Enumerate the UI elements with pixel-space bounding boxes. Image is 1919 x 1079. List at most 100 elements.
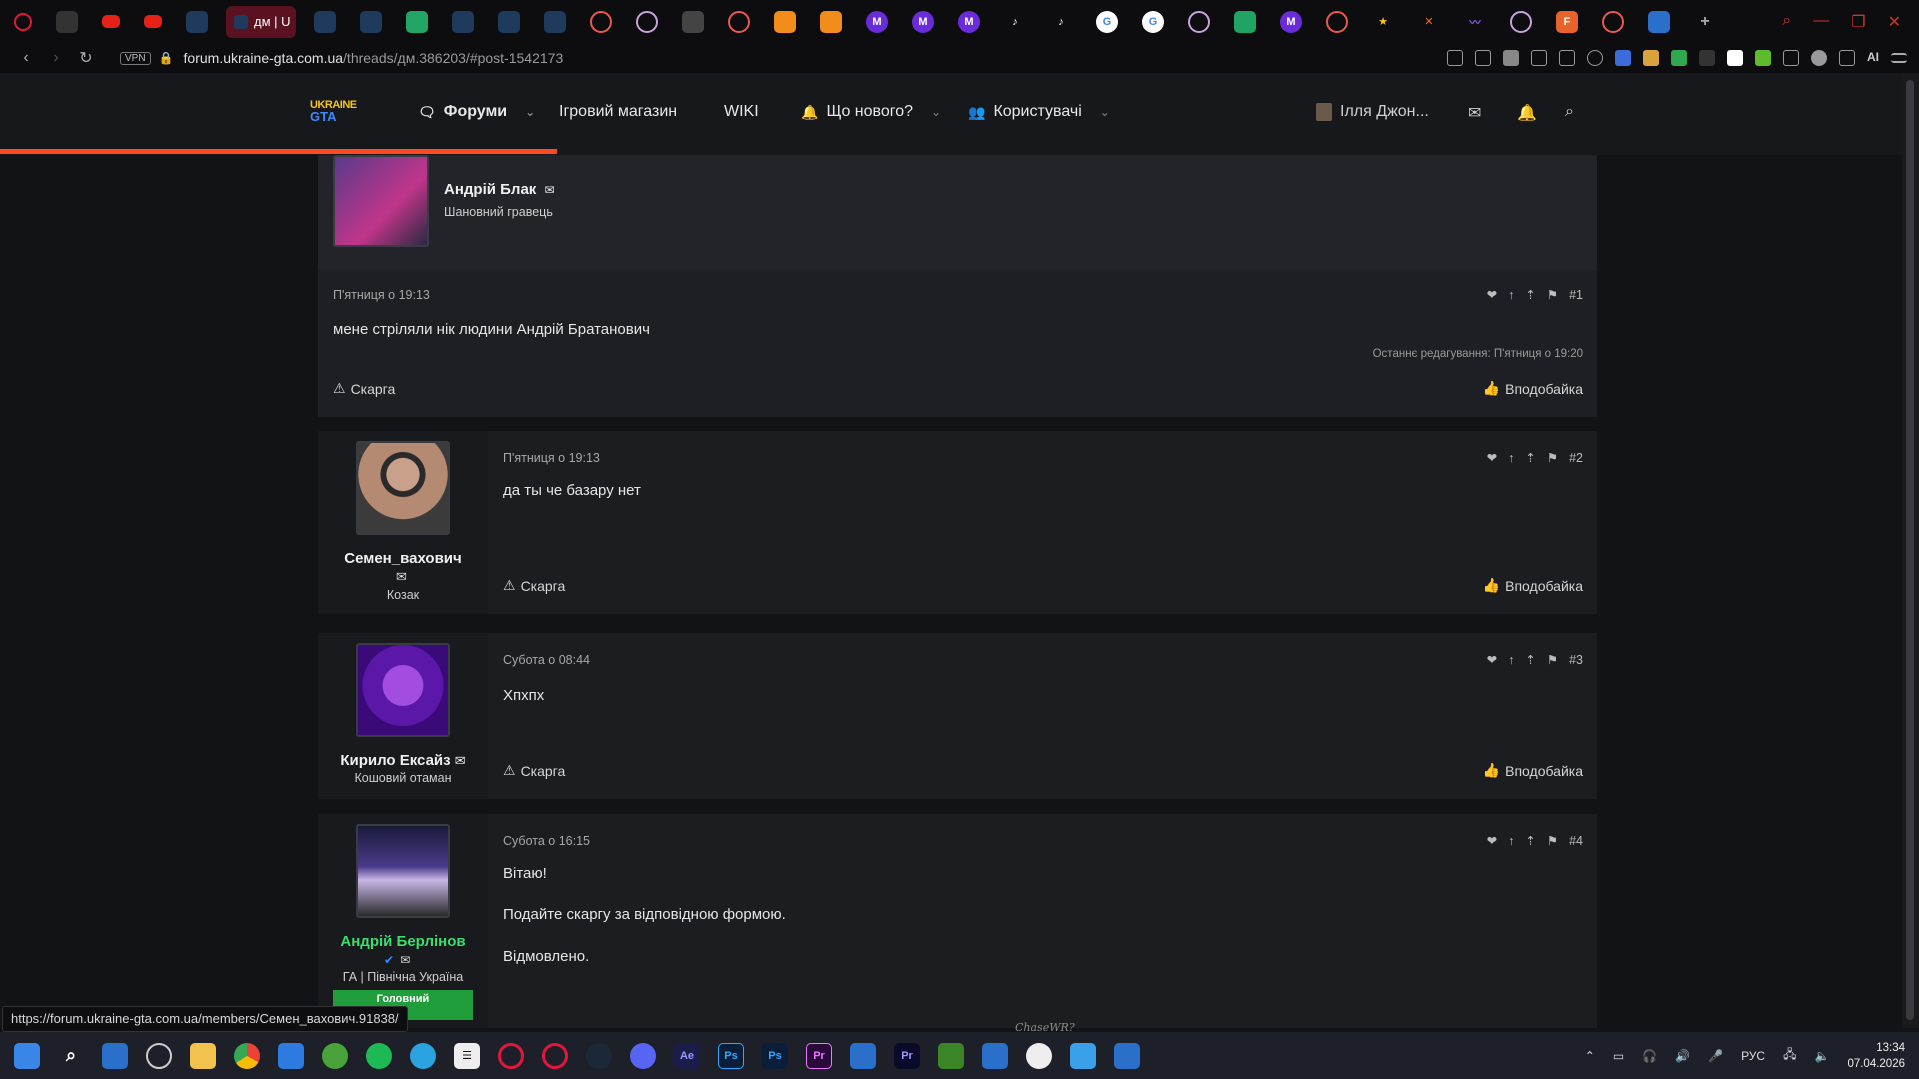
tablet-icon[interactable]: ▭ [1613, 1049, 1624, 1063]
post-number[interactable]: #2 [1569, 451, 1583, 465]
orange-tab-icon[interactable] [820, 10, 842, 33]
m-tab-icon[interactable]: M [1280, 10, 1302, 33]
utorrent-icon[interactable] [322, 1042, 348, 1069]
shield-icon[interactable] [1503, 50, 1519, 66]
post-number[interactable]: #4 [1569, 834, 1583, 848]
menu-icon[interactable] [1891, 53, 1907, 63]
reaction-icon[interactable]: ❤ [1487, 450, 1497, 465]
scrollbar-thumb[interactable] [1906, 80, 1914, 1020]
arrow-up-icon[interactable]: ↑ [1508, 834, 1514, 848]
arrow-up-icon[interactable]: ↑ [1508, 288, 1514, 302]
pentagram-tab-icon[interactable] [728, 10, 750, 33]
vpn-badge[interactable]: VPN [120, 51, 151, 65]
post-author[interactable]: Семен_вахович [318, 550, 488, 567]
ukraine-gta-tab-icon[interactable] [498, 10, 520, 33]
volume-icon[interactable]: 🔊 [1675, 1049, 1690, 1063]
ukraine-gta-tab-icon[interactable] [1648, 10, 1670, 33]
speaker-icon[interactable]: 🔈 [1814, 1049, 1829, 1063]
search-icon[interactable]: ⌕ [1565, 103, 1574, 121]
bookmark-icon[interactable]: ⚑ [1547, 287, 1558, 302]
ukraine-gta-launcher-icon[interactable] [850, 1042, 876, 1069]
chevron-down-icon[interactable]: ⌄ [931, 105, 941, 119]
microphone-icon[interactable]: 🎤 [1708, 1049, 1723, 1063]
pentagram-tab-icon[interactable] [1188, 10, 1210, 33]
snapshot-icon[interactable] [1475, 50, 1491, 66]
extension-icon[interactable] [1643, 50, 1659, 66]
chat-ext-icon[interactable] [1671, 50, 1687, 66]
post-author-row[interactable]: Кирило Ексайз ✉ [318, 752, 488, 769]
ukraine-gta-launcher-icon[interactable] [982, 1042, 1008, 1069]
reaction-icon[interactable]: ❤ [1487, 652, 1497, 667]
premiere-icon[interactable]: Pr [894, 1042, 920, 1069]
download-ext-icon[interactable] [1755, 50, 1771, 66]
opera-menu-icon[interactable] [14, 12, 32, 31]
envelope-icon[interactable]: ✉ [544, 183, 554, 197]
close-icon[interactable]: ✕ [1888, 12, 1901, 32]
search-icon[interactable]: ⌕ [58, 1043, 84, 1069]
m-tab-icon[interactable]: M [958, 10, 980, 33]
report-button[interactable]: ⚠ Скарга [503, 577, 565, 594]
reload-icon[interactable]: ↻ [74, 48, 98, 68]
nav-whats-new[interactable]: 🔔 Що нового? ⌄ [801, 103, 941, 121]
network-icon[interactable]: 🖧 [1783, 1045, 1796, 1066]
photoshop-icon[interactable]: Ps [762, 1042, 788, 1069]
avatar[interactable] [356, 824, 450, 918]
reaction-icon[interactable]: ❤ [1487, 287, 1497, 302]
headphones-icon[interactable]: 🎧 [1642, 1049, 1657, 1063]
alerts-bell-icon[interactable]: 🔔 [1517, 103, 1537, 123]
ai-label[interactable]: AI [1867, 50, 1879, 66]
app-icon[interactable] [1026, 1042, 1052, 1069]
pentagram-tab-icon[interactable] [590, 10, 612, 33]
post-date[interactable]: Субота о 16:15 [503, 834, 590, 848]
reaction-icon[interactable]: ❤ [1487, 833, 1497, 848]
chrome-icon[interactable] [234, 1042, 260, 1069]
pentagram-tab-icon[interactable] [636, 10, 658, 33]
bookmark-icon[interactable] [1447, 50, 1463, 66]
tiktok-tab-icon[interactable]: ♪ [1004, 11, 1026, 33]
sheets-tab-icon[interactable] [406, 10, 428, 33]
download-icon[interactable] [1839, 50, 1855, 66]
translate-ext-icon[interactable] [1615, 50, 1631, 66]
nav-wiki[interactable]: WIKI [724, 103, 759, 121]
opera-icon[interactable] [542, 1042, 568, 1069]
tiktok-tab-icon[interactable]: ♪ [1050, 11, 1072, 33]
avatar[interactable] [356, 643, 450, 737]
pentagram-tab-icon[interactable] [1326, 10, 1348, 33]
active-tab[interactable]: дм | U [226, 5, 296, 38]
drive-tab-icon[interactable] [1234, 10, 1256, 33]
opera-gx-icon[interactable] [498, 1042, 524, 1069]
x-tab-icon[interactable]: ✕ [1418, 11, 1440, 33]
url-field[interactable]: forum.ukraine-gta.com.ua/threads/дм.3862… [184, 50, 564, 66]
play-icon[interactable] [1559, 50, 1575, 66]
after-effects-icon[interactable]: Ae [674, 1042, 700, 1069]
account-menu[interactable]: Ілля Джон... [1316, 103, 1429, 121]
spotify-icon[interactable] [366, 1042, 392, 1069]
ukraine-gta-tab-icon[interactable] [360, 10, 382, 33]
vpn-app-icon[interactable] [1070, 1042, 1096, 1069]
ukraine-gta-tab-icon[interactable] [452, 10, 474, 33]
back-icon[interactable]: ‹ [14, 49, 38, 67]
post-number[interactable]: #3 [1569, 653, 1583, 667]
chevron-down-icon[interactable]: ⌄ [1100, 105, 1110, 119]
start-icon[interactable] [14, 1042, 40, 1069]
minecraft-icon[interactable] [938, 1042, 964, 1069]
discord-icon[interactable] [630, 1042, 656, 1069]
f-tab-icon[interactable]: F [1556, 10, 1578, 33]
nav-users[interactable]: 👥 Користувачі ⌄ [968, 103, 1110, 121]
restore-icon[interactable]: ❐ [1851, 12, 1865, 32]
google-tab-icon[interactable]: G [1142, 10, 1164, 33]
tiktok-ext-icon[interactable] [1699, 50, 1715, 66]
arrow-up-icon[interactable]: ↑ [1508, 451, 1514, 465]
profile-icon[interactable] [1811, 50, 1827, 66]
ukraine-gta-tab-icon[interactable] [314, 10, 336, 33]
tooltip-username[interactable]: Андрій Блак ✉ [444, 181, 555, 198]
search-tabs-icon[interactable]: ⌕ [1782, 12, 1791, 32]
inbox-icon[interactable]: ✉ [1468, 103, 1481, 123]
share-icon[interactable]: ⇡ [1525, 652, 1535, 667]
post-author[interactable]: Андрій Берлінов [318, 933, 488, 950]
gamepad-icon[interactable] [56, 10, 78, 33]
share-icon[interactable]: ⇡ [1525, 287, 1535, 302]
pentagram-tab-icon[interactable] [1602, 10, 1624, 33]
like-button[interactable]: 👍 Вподобайка [1483, 577, 1583, 594]
envelope-icon[interactable]: ✉ [400, 953, 410, 967]
